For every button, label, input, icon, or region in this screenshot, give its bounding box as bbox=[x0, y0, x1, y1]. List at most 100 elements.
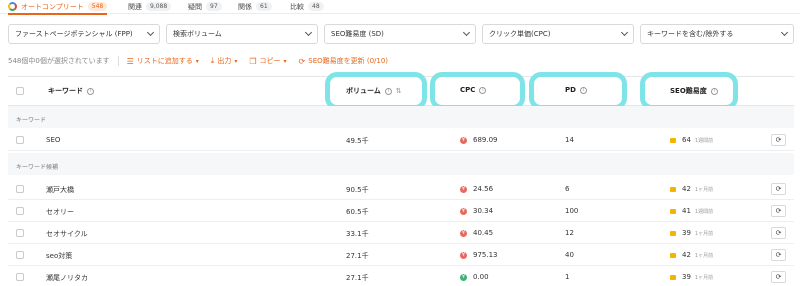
pd-cell: 6 bbox=[565, 185, 570, 193]
filter-include-exclude[interactable]: キーワードを含む/除外する bbox=[640, 24, 794, 44]
refresh-button[interactable]: ⟳ bbox=[771, 134, 786, 146]
update-sd-button[interactable]: ⟳ SEO難易度を更新 (0/10) bbox=[299, 56, 389, 66]
cpc-value: 24.56 bbox=[473, 185, 494, 193]
column-label: キーワード bbox=[48, 87, 83, 95]
button-label: リストに追加する bbox=[136, 57, 193, 65]
keyword-cell[interactable]: SEO bbox=[46, 136, 60, 144]
tab-count-badge: 97 bbox=[206, 2, 222, 11]
filter-cpc[interactable]: クリック単価(CPC) bbox=[482, 24, 634, 44]
add-to-list-button[interactable]: ☰ リストに追加する ▾ bbox=[127, 56, 199, 66]
keyword-cell[interactable]: セオリー bbox=[46, 207, 74, 217]
sd-updated: 1ヶ月前 bbox=[694, 275, 714, 281]
tab-comparison[interactable]: 比較 48 bbox=[290, 0, 324, 13]
table-row[interactable]: セオサイクル 33.1千 ¥40.45 12 39 1ヶ月前 ⟳ bbox=[8, 223, 794, 244]
cpc-value: 0.00 bbox=[473, 273, 489, 281]
filter-sd[interactable]: SEO難易度 (SD) bbox=[324, 24, 476, 44]
refresh-button[interactable]: ⟳ bbox=[771, 249, 786, 261]
column-keyword[interactable]: キーワード i bbox=[48, 86, 94, 96]
refresh-icon: ⟳ bbox=[298, 56, 306, 66]
currency-icon: ¥ bbox=[460, 229, 467, 237]
cpc-value: 30.34 bbox=[473, 207, 494, 215]
table-row[interactable]: seo対策 27.1千 ¥975.13 40 42 1ヶ月前 ⟳ bbox=[8, 245, 794, 266]
filter-fpp[interactable]: ファーストページポテンシャル (FPP) bbox=[8, 24, 160, 44]
sd-level-icon bbox=[670, 186, 676, 192]
sd-level-icon bbox=[670, 252, 676, 258]
row-checkbox[interactable] bbox=[16, 229, 24, 237]
refresh-icon: ⟳ bbox=[775, 207, 782, 215]
tab-questions[interactable]: 疑問 97 bbox=[188, 0, 222, 13]
sd-updated: 1週間前 bbox=[694, 138, 714, 144]
copy-icon: ❐ bbox=[249, 56, 257, 66]
filter-label: SEO難易度 (SD) bbox=[331, 30, 384, 38]
keyword-cell[interactable]: 瀬戸大橋 bbox=[46, 185, 74, 195]
chevron-down-icon: ▾ bbox=[195, 57, 199, 65]
divider bbox=[117, 56, 119, 66]
sd-cell: 41 1週間前 bbox=[670, 207, 713, 215]
chevron-down-icon bbox=[780, 28, 789, 37]
button-label: SEO難易度を更新 (0/10) bbox=[308, 57, 389, 65]
tab-relations[interactable]: 関係 61 bbox=[238, 0, 272, 13]
refresh-icon: ⟳ bbox=[775, 229, 782, 237]
tab-autocomplete[interactable]: オートコンプリート 548 bbox=[8, 0, 108, 15]
refresh-icon: ⟳ bbox=[775, 251, 782, 259]
sd-updated: 1ヶ月前 bbox=[694, 253, 714, 259]
sd-cell: 64 1週間前 bbox=[670, 136, 713, 144]
selection-count: 548個中0個が選択されています bbox=[8, 57, 110, 65]
currency-icon: ¥ bbox=[460, 207, 467, 215]
sd-value: 64 bbox=[682, 136, 691, 144]
highlight-cpc bbox=[430, 72, 525, 110]
sd-level-icon bbox=[670, 208, 676, 214]
sd-cell: 42 1ヶ月前 bbox=[670, 251, 713, 259]
sd-cell: 42 1ヶ月前 bbox=[670, 185, 713, 193]
copy-button[interactable]: ❐ コピー ▾ bbox=[249, 56, 286, 66]
table-row[interactable]: 瀬尾ノリタカ 27.1千 ¥0.00 1 39 1ヶ月前 ⟳ bbox=[8, 267, 794, 286]
cpc-cell: ¥689.09 bbox=[460, 136, 498, 144]
button-label: 出力 bbox=[217, 57, 232, 65]
table-row[interactable]: 瀬戸大橋 90.5千 ¥24.56 6 42 1ヶ月前 ⟳ bbox=[8, 179, 794, 200]
chevron-down-icon bbox=[462, 28, 471, 37]
table-row[interactable]: SEO 49.5千 ¥689.09 14 64 1週間前 ⟳ bbox=[8, 130, 794, 151]
bulk-action-bar: 548個中0個が選択されています ☰ リストに追加する ▾ ⤓ 出力 ▾ ❐ コ… bbox=[8, 55, 400, 67]
sd-level-icon bbox=[670, 137, 676, 143]
cpc-value: 40.45 bbox=[473, 229, 494, 237]
section-candidates: キーワード候補 bbox=[8, 153, 794, 175]
tab-related[interactable]: 関連 9,088 bbox=[128, 0, 172, 13]
sd-updated: 1ヶ月前 bbox=[694, 231, 714, 237]
highlight-pd bbox=[529, 72, 627, 110]
google-icon bbox=[8, 2, 17, 11]
tab-label: 比較 bbox=[290, 2, 304, 11]
volume-cell: 27.1千 bbox=[346, 274, 369, 282]
keyword-cell[interactable]: 瀬尾ノリタカ bbox=[46, 273, 88, 283]
sd-level-icon bbox=[670, 274, 676, 280]
filter-volume[interactable]: 検索ボリューム bbox=[166, 24, 318, 44]
table-row[interactable]: セオリー 60.5千 ¥30.34 100 41 1週間前 ⟳ bbox=[8, 201, 794, 222]
volume-cell: 27.1千 bbox=[346, 252, 369, 260]
refresh-button[interactable]: ⟳ bbox=[771, 205, 786, 217]
row-checkbox[interactable] bbox=[16, 207, 24, 215]
tab-label: 疑問 bbox=[188, 2, 202, 11]
row-checkbox[interactable] bbox=[16, 185, 24, 193]
export-button[interactable]: ⤓ 出力 ▾ bbox=[211, 56, 238, 66]
sd-updated: 1ヶ月前 bbox=[694, 187, 714, 193]
info-icon[interactable]: i bbox=[87, 87, 94, 95]
table-header: キーワード i ボリューム i ⇅ CPC i PD i SEO難易度 i bbox=[8, 72, 794, 110]
tab-count-badge: 548 bbox=[87, 2, 108, 11]
row-checkbox[interactable] bbox=[16, 251, 24, 259]
refresh-button[interactable]: ⟳ bbox=[771, 183, 786, 195]
currency-icon: ¥ bbox=[460, 136, 467, 144]
sd-value: 42 bbox=[682, 251, 691, 259]
refresh-button[interactable]: ⟳ bbox=[771, 271, 786, 283]
volume-cell: 33.1千 bbox=[346, 230, 369, 238]
row-checkbox[interactable] bbox=[16, 273, 24, 281]
chevron-down-icon bbox=[620, 28, 629, 37]
pd-cell: 12 bbox=[565, 229, 574, 237]
sd-value: 42 bbox=[682, 185, 691, 193]
chevron-down-icon bbox=[304, 28, 313, 37]
refresh-button[interactable]: ⟳ bbox=[771, 227, 786, 239]
tab-count-badge: 48 bbox=[308, 2, 324, 11]
volume-cell: 60.5千 bbox=[346, 208, 369, 216]
row-checkbox[interactable] bbox=[16, 136, 24, 144]
keyword-cell[interactable]: セオサイクル bbox=[46, 229, 88, 239]
select-all-checkbox[interactable] bbox=[16, 87, 24, 95]
keyword-cell[interactable]: seo対策 bbox=[46, 251, 72, 261]
